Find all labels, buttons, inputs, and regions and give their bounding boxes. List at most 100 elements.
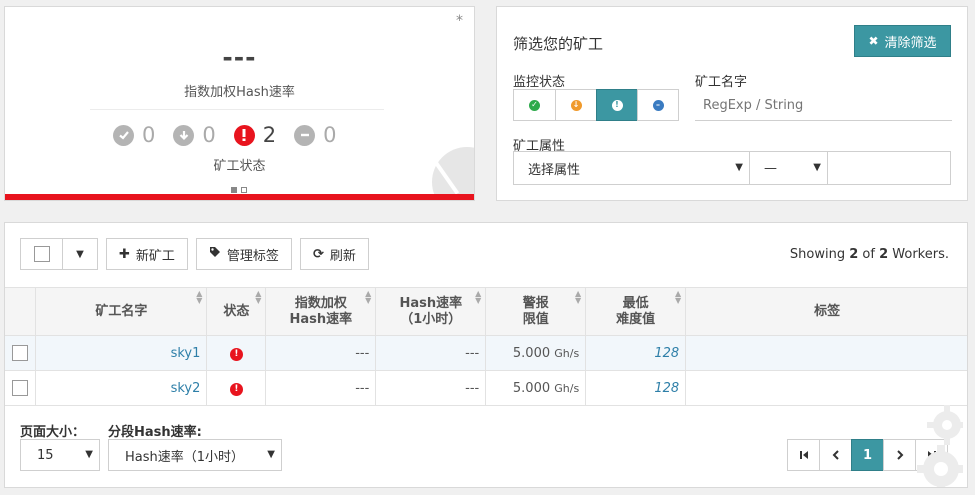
status-counts: 0 0 2 0 xyxy=(113,123,355,147)
header-worker-name[interactable]: 矿工名字 ▲ ▼ xyxy=(35,287,208,336)
select-all-checkbox[interactable] xyxy=(21,238,63,270)
caret-down-icon: ▼ xyxy=(76,248,84,260)
exclamation-circle-icon xyxy=(233,124,255,146)
page-size-value: 15 xyxy=(37,447,54,463)
clear-filter-button[interactable]: ✖ 清除筛选 xyxy=(854,25,951,57)
worker-name-label: 矿工名字 xyxy=(695,75,748,90)
caret-down-icon: ▼ xyxy=(735,162,743,173)
attr-value-input[interactable] xyxy=(827,151,951,185)
status-ok[interactable]: 0 xyxy=(113,123,155,147)
monitor-status-toggle: ✓ ↓ ! – xyxy=(513,89,679,121)
header-hashrate-1h[interactable]: Hash速率 （1小时） ▲ ▼ xyxy=(375,287,487,336)
refresh-button[interactable]: ⟳ 刷新 xyxy=(299,238,369,270)
manage-tags-label: 管理标签 xyxy=(226,248,279,264)
tag-icon xyxy=(209,246,221,262)
corner-asterisk: * xyxy=(456,13,463,29)
summary-card: * --- 指数加权Hash速率 0 0 2 0 矿工状态 xyxy=(4,6,475,201)
carousel-dots xyxy=(231,187,251,193)
status-disabled[interactable]: 0 xyxy=(294,123,337,147)
status-error[interactable]: 2 xyxy=(233,123,276,147)
refresh-label: 刷新 xyxy=(329,248,356,264)
prev-page-button[interactable] xyxy=(819,439,852,471)
minus-circle-icon xyxy=(294,124,316,146)
row-checkbox[interactable] xyxy=(12,380,29,396)
arrow-down-circle-icon: ↓ xyxy=(570,99,582,111)
filter-title: 筛选您的矿工 xyxy=(513,35,604,53)
filter-card: 筛选您的矿工 ✖ 清除筛选 监控状态 矿工名字 ✓ ↓ ! – 矿工属性 选择属… xyxy=(496,6,968,201)
header-alert-limit[interactable]: 警报 限值 ▲ ▼ xyxy=(485,287,587,336)
select-dropdown-toggle[interactable]: ▼ xyxy=(63,238,97,270)
min-difficulty-cell[interactable]: 128 xyxy=(585,370,687,406)
sort-icon: ▲ ▼ xyxy=(674,289,682,305)
first-page-button[interactable] xyxy=(787,439,820,471)
row-checkbox[interactable] xyxy=(12,345,29,361)
hashrate-value: --- xyxy=(222,43,257,72)
clear-filter-label: 清除筛选 xyxy=(884,35,937,51)
chevron-left-icon xyxy=(832,450,839,460)
filter-state-error[interactable]: ! xyxy=(596,89,638,121)
sort-icon: ▲ ▼ xyxy=(196,289,203,305)
status-down[interactable]: 0 xyxy=(173,123,216,147)
header-status[interactable]: 状态 ▲ ▼ xyxy=(206,287,267,336)
sort-icon: ▲ ▼ xyxy=(475,289,482,305)
attr-select[interactable]: 选择属性 ▼ xyxy=(513,151,750,185)
error-accent-bar xyxy=(5,194,474,200)
attr-select-value: 选择属性 xyxy=(528,162,581,178)
worker-name-input[interactable] xyxy=(695,91,952,121)
caret-down-icon: ▼ xyxy=(813,162,821,173)
alert-limit-cell[interactable]: 5.000 Gh/s xyxy=(485,335,587,371)
workers-table: 矿工名字 ▲ ▼ 状态 ▲ ▼ 指数加权 Hash速率 ▲ ▼ Hash速率 （1小时） ▲ ▼ 警… xyxy=(5,287,967,406)
background-gears-icon xyxy=(917,405,963,487)
operator-select-value: — xyxy=(764,160,777,176)
divider xyxy=(90,109,384,110)
ewa-hashrate-cell: --- xyxy=(265,335,377,371)
showing-count: Showing 2 of 2 Workers. xyxy=(789,247,949,262)
alert-limit-cell[interactable]: 5.000 Gh/s xyxy=(485,370,587,406)
page-size-select[interactable]: 15 ▼ xyxy=(20,439,100,471)
exclamation-circle-icon: ! xyxy=(229,382,243,396)
segment-hashrate-label: 分段Hash速率: xyxy=(108,425,202,440)
filter-state-down[interactable]: ↓ xyxy=(555,89,597,121)
filter-state-disabled[interactable]: – xyxy=(637,89,679,121)
operator-select[interactable]: — ▼ xyxy=(749,151,828,185)
page-1-button[interactable]: 1 xyxy=(851,439,884,471)
refresh-icon: ⟳ xyxy=(312,246,324,262)
check-circle-icon xyxy=(113,124,134,146)
manage-tags-button[interactable]: 管理标签 xyxy=(195,238,292,270)
close-icon: ✖ xyxy=(868,34,879,48)
carousel-dot-1[interactable] xyxy=(231,187,237,193)
worker-name-link[interactable]: sky2 xyxy=(35,370,208,406)
sort-icon: ▲ ▼ xyxy=(255,289,262,305)
filter-state-ok[interactable]: ✓ xyxy=(513,89,556,121)
header-tags: 标签 xyxy=(685,287,967,336)
header-min-difficulty[interactable]: 最低 难度值 ▲ ▼ xyxy=(585,287,687,336)
row-checkbox-cell xyxy=(5,370,37,406)
new-worker-button[interactable]: ✚ 新矿工 xyxy=(106,238,188,270)
toolbar: ▼ ✚ 新矿工 管理标签 ⟳ 刷新 xyxy=(20,238,377,270)
status-cell: ! xyxy=(206,335,267,371)
status-label: 矿工状态 xyxy=(213,159,266,174)
minus-circle-icon: – xyxy=(652,99,664,111)
arrow-down-circle-icon xyxy=(173,124,195,146)
worker-name-link[interactable]: sky1 xyxy=(35,335,208,371)
workers-card: ▼ ✚ 新矿工 管理标签 ⟳ 刷新 Showing 2 of 2 Workers… xyxy=(4,222,968,488)
segment-hashrate-select[interactable]: Hash速率（1小时） ▼ xyxy=(108,439,282,471)
tags-cell xyxy=(685,335,967,371)
status-disabled-count: 0 xyxy=(323,123,337,147)
table-row: sky2 ! --- --- 5.000 Gh/s 128 xyxy=(5,370,967,406)
ewa-hashrate-cell: --- xyxy=(265,370,377,406)
status-ok-count: 0 xyxy=(142,123,156,147)
hashrate-label: 指数加权Hash速率 xyxy=(184,85,295,100)
tags-cell xyxy=(685,370,967,406)
min-difficulty-cell[interactable]: 128 xyxy=(585,335,687,371)
monitor-status-label: 监控状态 xyxy=(513,75,566,90)
row-checkbox-cell xyxy=(5,335,37,371)
new-worker-label: 新矿工 xyxy=(135,248,175,264)
hashrate-1h-cell: --- xyxy=(375,370,487,406)
table-header-row: 矿工名字 ▲ ▼ 状态 ▲ ▼ 指数加权 Hash速率 ▲ ▼ Hash速率 （1小时） ▲ ▼ 警… xyxy=(5,287,967,336)
exclamation-circle-icon: ! xyxy=(229,347,243,361)
header-ewa-hashrate[interactable]: 指数加权 Hash速率 ▲ ▼ xyxy=(265,287,377,336)
hashrate-1h-cell: --- xyxy=(375,335,487,371)
carousel-dot-2[interactable] xyxy=(241,187,247,193)
segment-hashrate-value: Hash速率（1小时） xyxy=(125,449,245,465)
